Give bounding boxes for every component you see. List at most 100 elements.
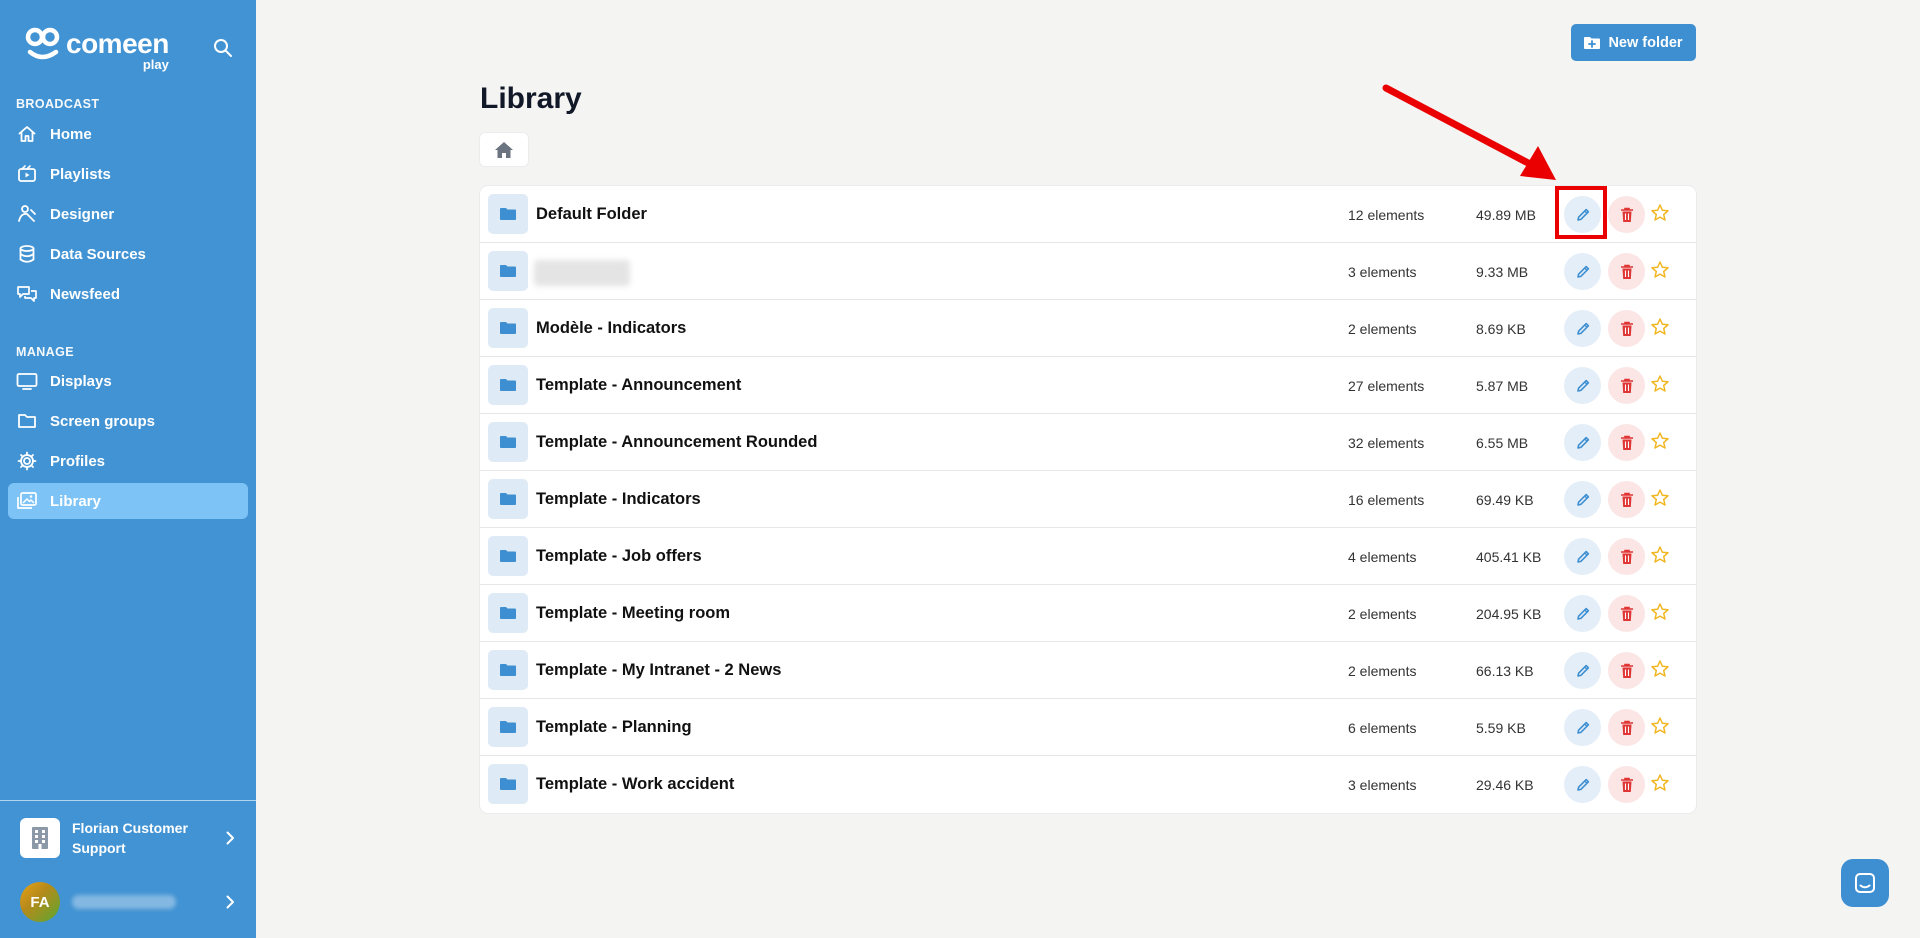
sidebar-item-designer[interactable]: Designer: [8, 196, 248, 232]
star-icon[interactable]: [1650, 374, 1672, 396]
page-title: Library: [480, 82, 582, 115]
folder-element-count: 6 elements: [1348, 720, 1417, 736]
sidebar-item-data-sources[interactable]: Data Sources: [8, 236, 248, 272]
search-icon[interactable]: [212, 37, 234, 59]
star-icon[interactable]: [1650, 488, 1672, 510]
support-chat-button[interactable]: [1841, 859, 1889, 907]
folder-icon: [488, 251, 528, 291]
delete-folder-button[interactable]: [1608, 196, 1645, 233]
folder-icon: [488, 308, 528, 348]
edit-folder-button[interactable]: [1564, 652, 1601, 689]
edit-folder-button[interactable]: [1564, 253, 1601, 290]
trash-icon: [1620, 435, 1634, 451]
edit-folder-button[interactable]: [1564, 709, 1601, 746]
folder-element-count: 32 elements: [1348, 435, 1425, 451]
edit-folder-button[interactable]: [1564, 538, 1601, 575]
delete-folder-button[interactable]: [1608, 253, 1645, 290]
sidebar-item-label: Data Sources: [50, 245, 146, 263]
edit-folder-button[interactable]: [1564, 595, 1601, 632]
edit-folder-button[interactable]: [1564, 481, 1601, 518]
delete-folder-button[interactable]: [1608, 481, 1645, 518]
edit-folder-button[interactable]: [1564, 766, 1601, 803]
folder-row[interactable]: 3 elements 9.33 MB: [480, 243, 1696, 300]
folder-row[interactable]: Modèle - Indicators 2 elements 8.69 KB: [480, 300, 1696, 357]
folder-element-count: 16 elements: [1348, 492, 1425, 508]
chevron-right-icon: [226, 831, 234, 845]
trash-icon: [1620, 663, 1634, 679]
folder-name: Template - Work accident: [536, 775, 735, 793]
star-icon[interactable]: [1650, 602, 1672, 624]
star-icon[interactable]: [1650, 773, 1672, 795]
star-icon[interactable]: [1650, 260, 1672, 282]
edit-folder-button[interactable]: [1564, 367, 1601, 404]
sidebar-item-label: Playlists: [50, 165, 111, 183]
folder-row[interactable]: Template - Announcement 27 elements 5.87…: [480, 357, 1696, 414]
pencil-icon: [1575, 207, 1591, 223]
folder-plus-icon: [1584, 36, 1601, 49]
folder-size: 6.55 MB: [1476, 435, 1529, 451]
delete-folder-button[interactable]: [1608, 538, 1645, 575]
folder-name: Template - Planning: [536, 718, 692, 736]
folder-row[interactable]: Template - Indicators 16 elements 69.49 …: [480, 471, 1696, 528]
sidebar-item-library[interactable]: Library: [8, 483, 248, 519]
folder-icon: [488, 479, 528, 519]
trash-icon: [1620, 264, 1634, 280]
sidebar-item-label: Screen groups: [50, 412, 156, 430]
folder-element-count: 2 elements: [1348, 321, 1417, 337]
brand-sub: play: [142, 57, 169, 72]
trash-icon: [1620, 378, 1634, 394]
trash-icon: [1620, 777, 1634, 793]
building-icon: [20, 818, 60, 858]
delete-folder-button[interactable]: [1608, 310, 1645, 347]
home-icon: [495, 141, 513, 158]
folder-row[interactable]: Template - Meeting room 2 elements 204.9…: [480, 585, 1696, 642]
sidebar-item-playlists[interactable]: Playlists: [8, 156, 248, 192]
folder-name: Template - Meeting room: [536, 604, 731, 622]
user-menu[interactable]: FA: [20, 882, 240, 922]
folder-row[interactable]: Template - Planning 6 elements 5.59 KB: [480, 699, 1696, 756]
comeen-play-logo[interactable]: comeen play: [24, 24, 169, 72]
folder-size: 5.87 MB: [1476, 378, 1529, 394]
delete-folder-button[interactable]: [1608, 766, 1645, 803]
star-icon[interactable]: [1650, 659, 1672, 681]
delete-folder-button[interactable]: [1608, 709, 1645, 746]
folder-row[interactable]: Template - My Intranet - 2 News 2 elemen…: [480, 642, 1696, 699]
sidebar-item-displays[interactable]: Displays: [8, 363, 248, 399]
delete-folder-button[interactable]: [1608, 652, 1645, 689]
sidebar-item-newsfeed[interactable]: Newsfeed: [8, 276, 248, 312]
user-name-redacted: [72, 895, 176, 909]
breadcrumb-home[interactable]: [480, 133, 528, 166]
edit-folder-button[interactable]: [1564, 424, 1601, 461]
delete-folder-button[interactable]: [1608, 367, 1645, 404]
folder-row[interactable]: Default Folder 12 elements 49.89 MB: [480, 186, 1696, 243]
folder-element-count: 12 elements: [1348, 207, 1425, 223]
delete-folder-button[interactable]: [1608, 424, 1645, 461]
sidebar-item-screen-groups[interactable]: Screen groups: [8, 403, 248, 439]
sidebar-item-home[interactable]: Home: [8, 116, 248, 152]
sidebar-item-label: Designer: [50, 205, 115, 223]
folder-row[interactable]: Template - Work accident 3 elements 29.4…: [480, 756, 1696, 813]
folder-size: 49.89 MB: [1476, 207, 1536, 223]
comeen-logo-icon: [25, 27, 60, 60]
folder-size: 29.46 KB: [1476, 777, 1534, 793]
star-icon[interactable]: [1650, 716, 1672, 738]
new-folder-button[interactable]: New folder: [1571, 24, 1696, 61]
star-icon[interactable]: [1650, 203, 1672, 225]
folder-row[interactable]: Template - Job offers 4 elements 405.41 …: [480, 528, 1696, 585]
folder-element-count: 27 elements: [1348, 378, 1425, 394]
star-icon[interactable]: [1650, 431, 1672, 453]
star-icon[interactable]: [1650, 545, 1672, 567]
images-icon: [16, 490, 38, 512]
folder-row[interactable]: Template - Announcement Rounded 32 eleme…: [480, 414, 1696, 471]
edit-folder-button[interactable]: [1564, 196, 1601, 233]
red-arrow-annotation: [1382, 84, 1556, 180]
pencil-icon: [1575, 264, 1591, 280]
edit-folder-button[interactable]: [1564, 310, 1601, 347]
folder-name-redacted: [534, 260, 630, 286]
organization-switcher[interactable]: Florian Customer Support: [20, 818, 240, 858]
delete-folder-button[interactable]: [1608, 595, 1645, 632]
sidebar-divider: [0, 800, 256, 801]
star-icon[interactable]: [1650, 317, 1672, 339]
sidebar-item-profiles[interactable]: Profiles: [8, 443, 248, 479]
folder-icon: [488, 593, 528, 633]
